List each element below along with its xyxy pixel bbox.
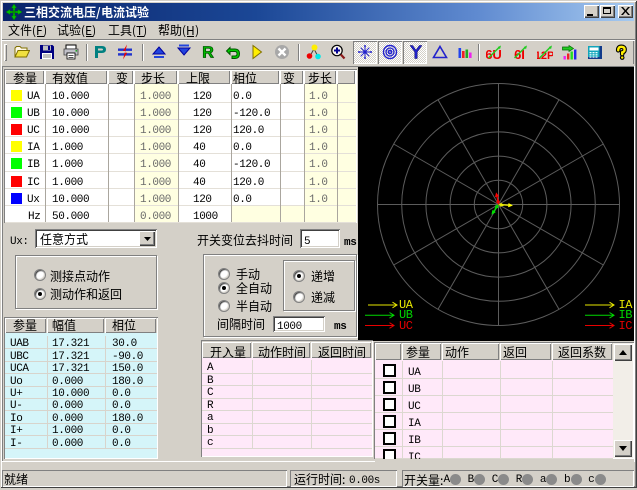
svg-text:R: R: [202, 45, 214, 61]
